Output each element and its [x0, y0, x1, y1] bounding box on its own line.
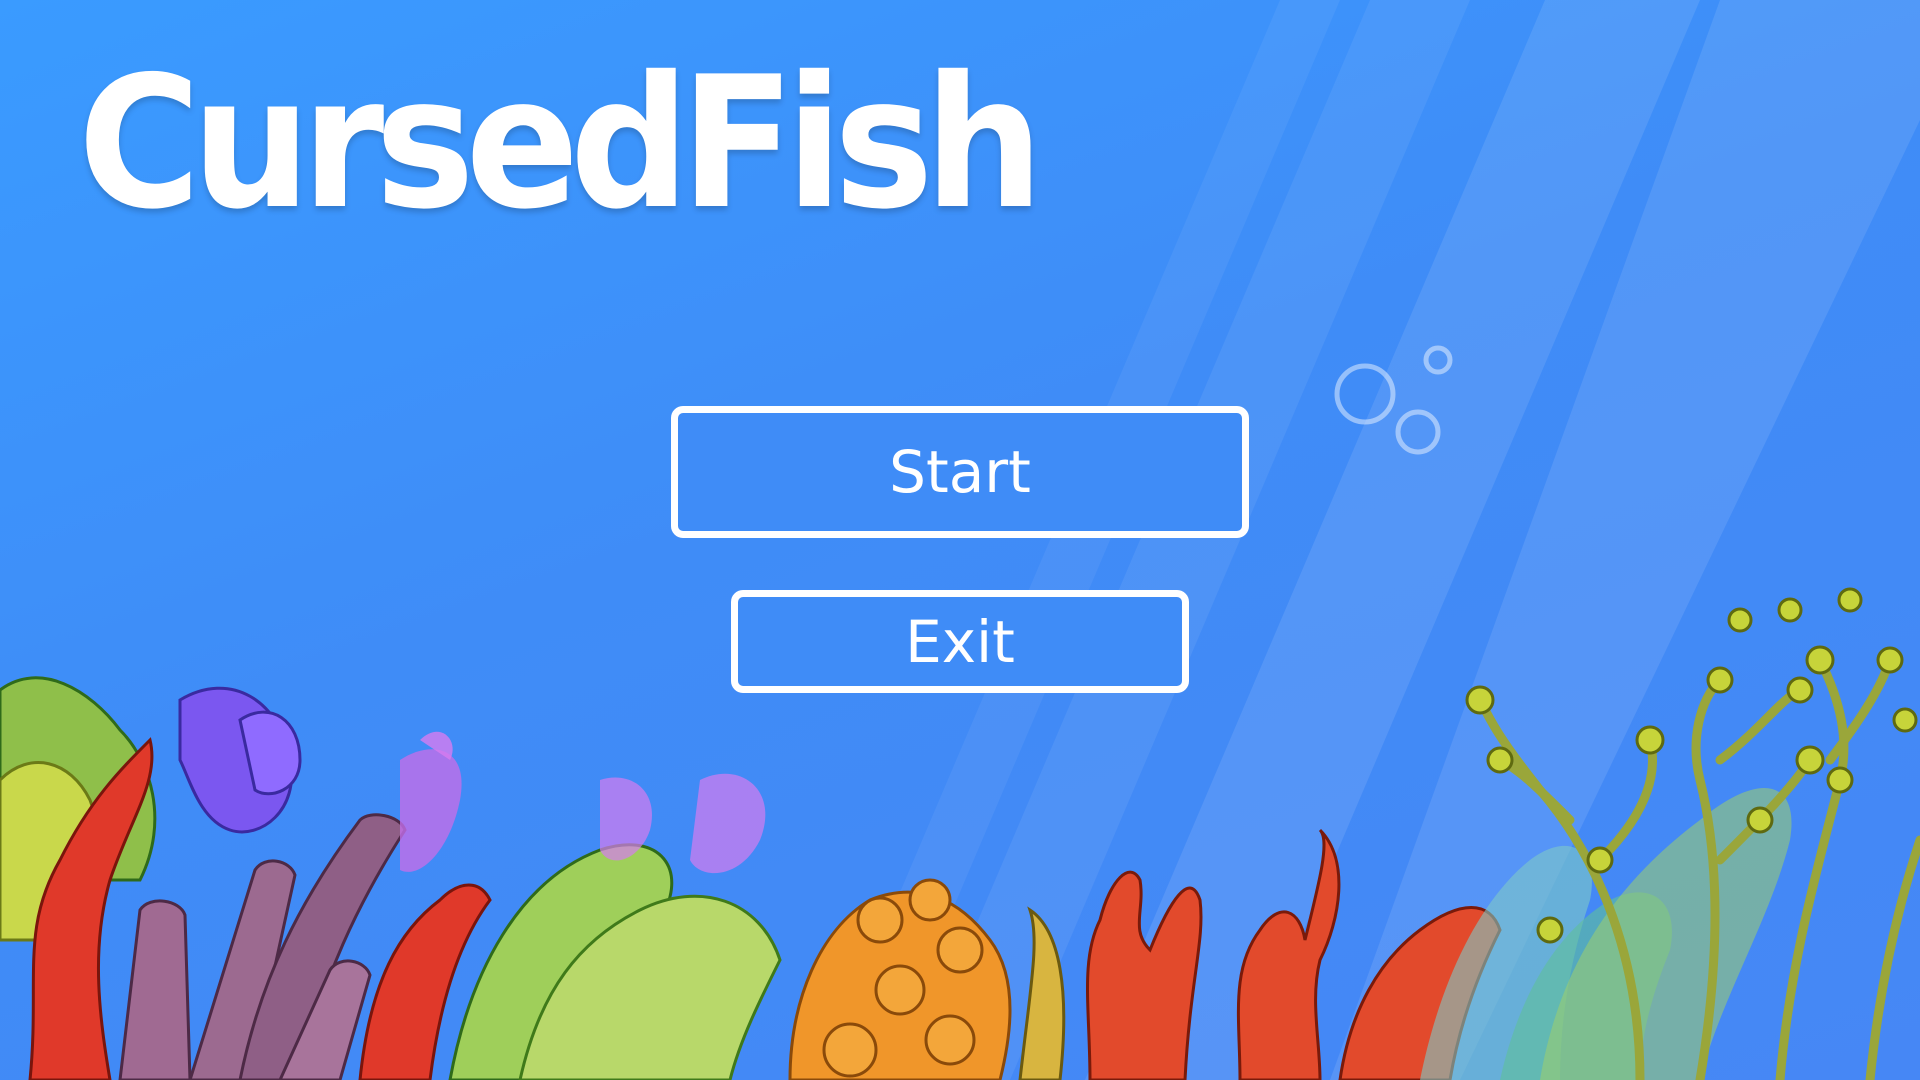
middle-coral — [788, 828, 1502, 1080]
game-title: CursedFish — [78, 37, 1044, 249]
left-coral — [0, 676, 782, 1080]
start-button[interactable]: Start — [671, 406, 1249, 538]
exit-button[interactable]: Exit — [731, 590, 1189, 693]
